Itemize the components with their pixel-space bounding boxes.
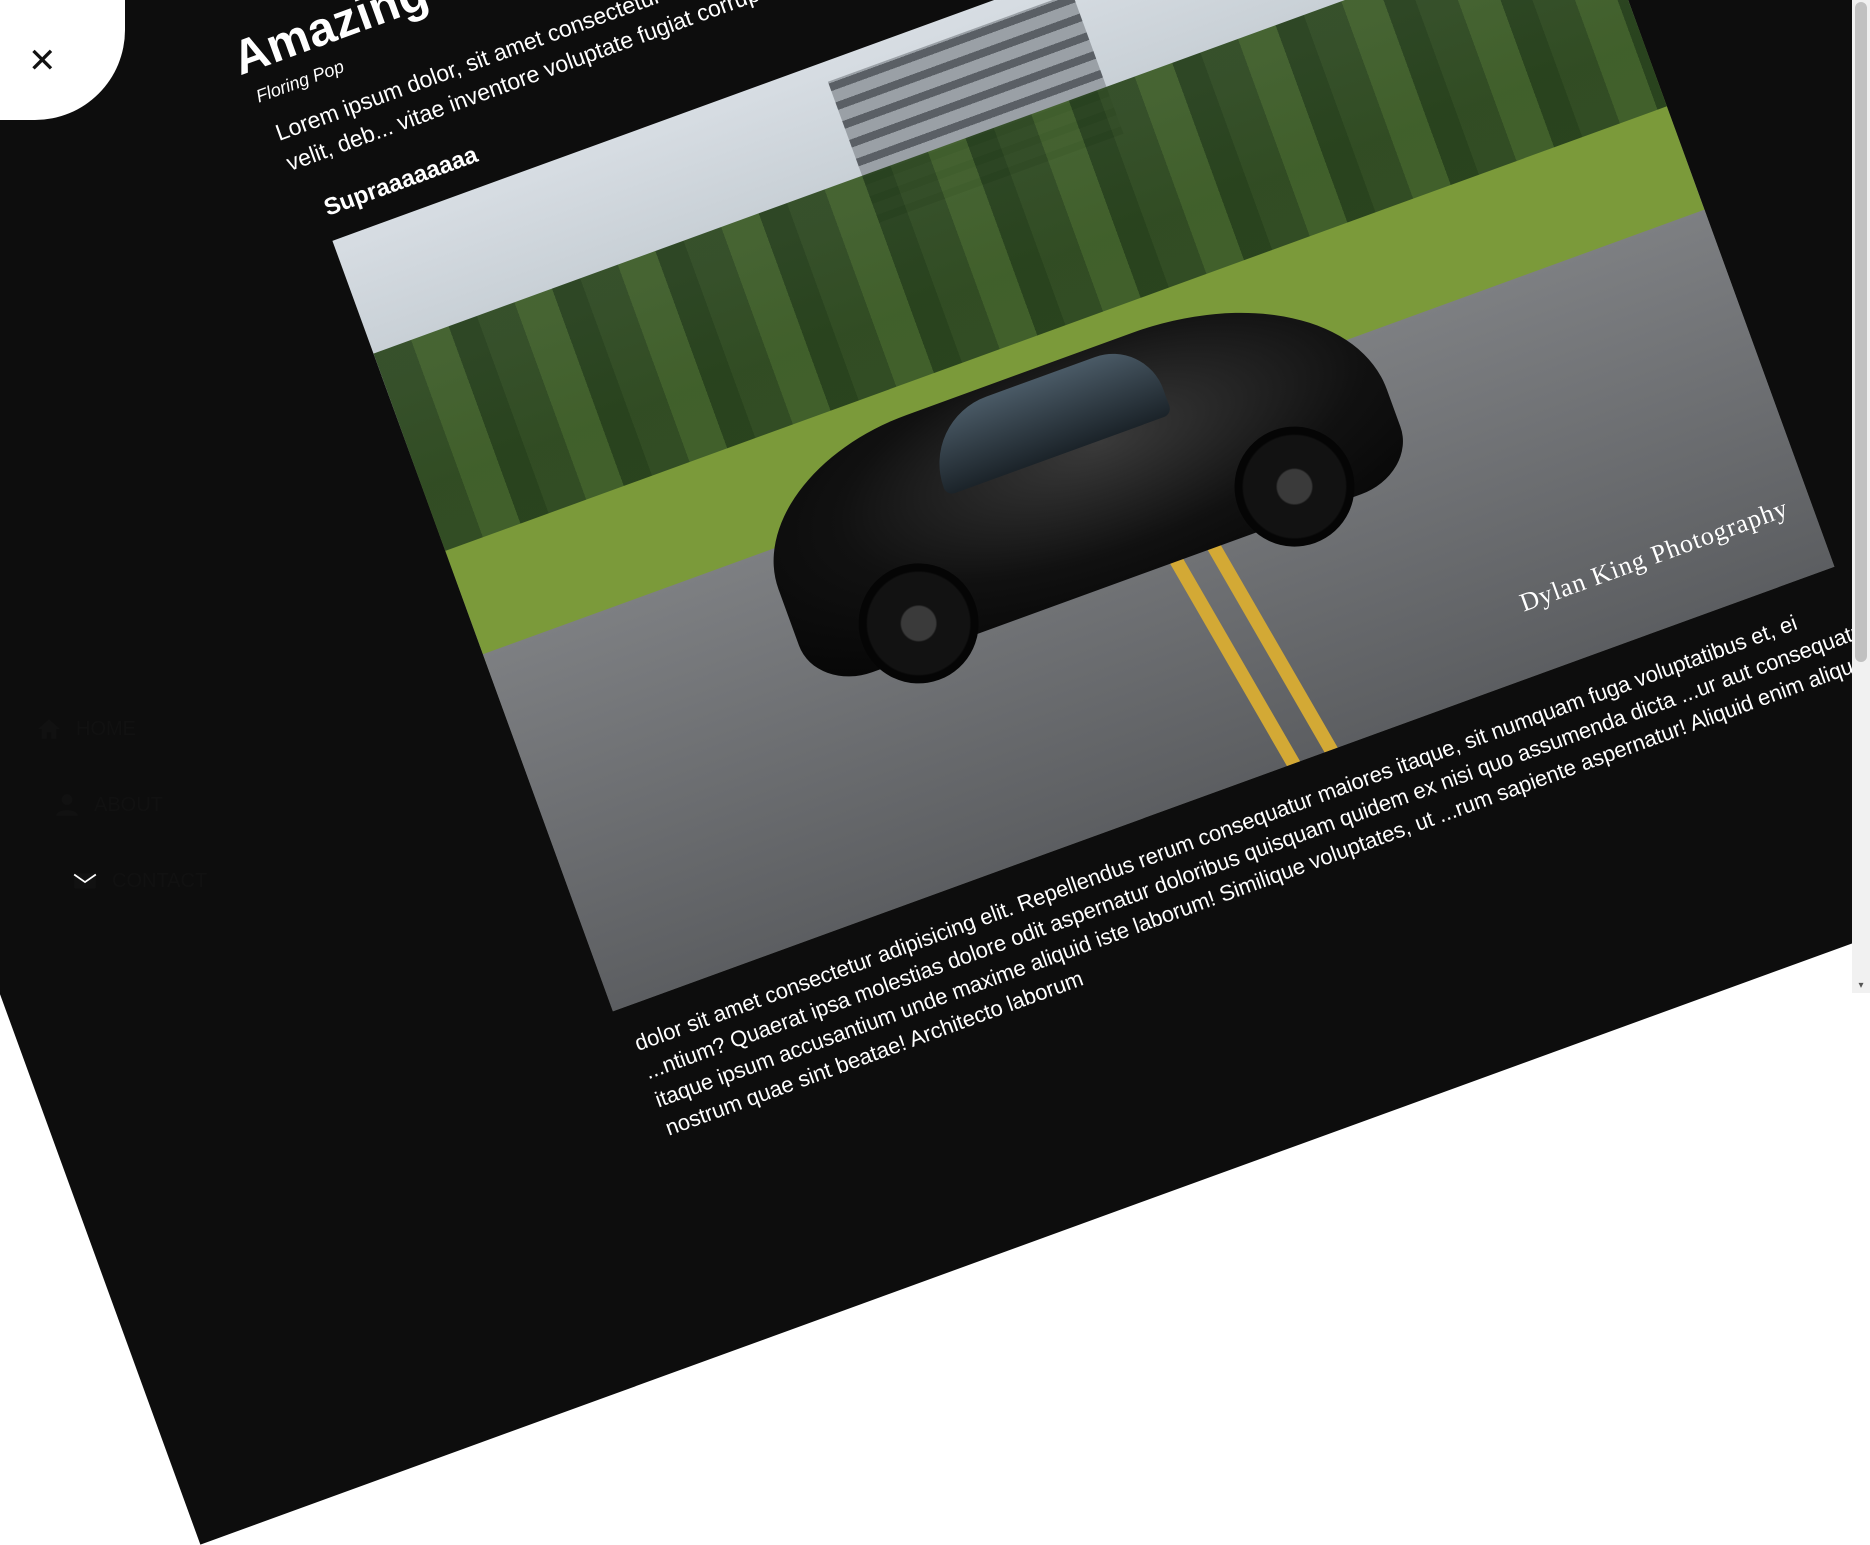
close-blob (0, 0, 125, 120)
scroll-down-icon[interactable]: ▾ (1856, 981, 1866, 991)
close-icon[interactable]: ✕ (28, 44, 58, 78)
nav-item-home[interactable]: HOME (36, 716, 136, 742)
nav-item-label: ABOUT (94, 793, 163, 816)
envelope-icon (72, 868, 98, 894)
article: Amazing Floring Pop Lorem ipsum dolor, s… (226, 0, 1870, 1157)
home-icon (36, 716, 62, 742)
nav-item-label: HOME (76, 717, 136, 740)
user-icon (54, 792, 80, 818)
nav-item-label: CONTACT (112, 869, 208, 892)
car-photo: Dylan King Photography (332, 0, 1835, 1012)
nav-item-contact[interactable]: CONTACT (72, 868, 207, 894)
nav-item-about[interactable]: ABOUT (54, 792, 163, 818)
scrollbar-thumb[interactable] (1855, 2, 1867, 662)
scrollbar[interactable]: ▾ (1852, 0, 1870, 993)
side-menu: ✕ HOME ABOUT CONTACT (0, 0, 330, 993)
